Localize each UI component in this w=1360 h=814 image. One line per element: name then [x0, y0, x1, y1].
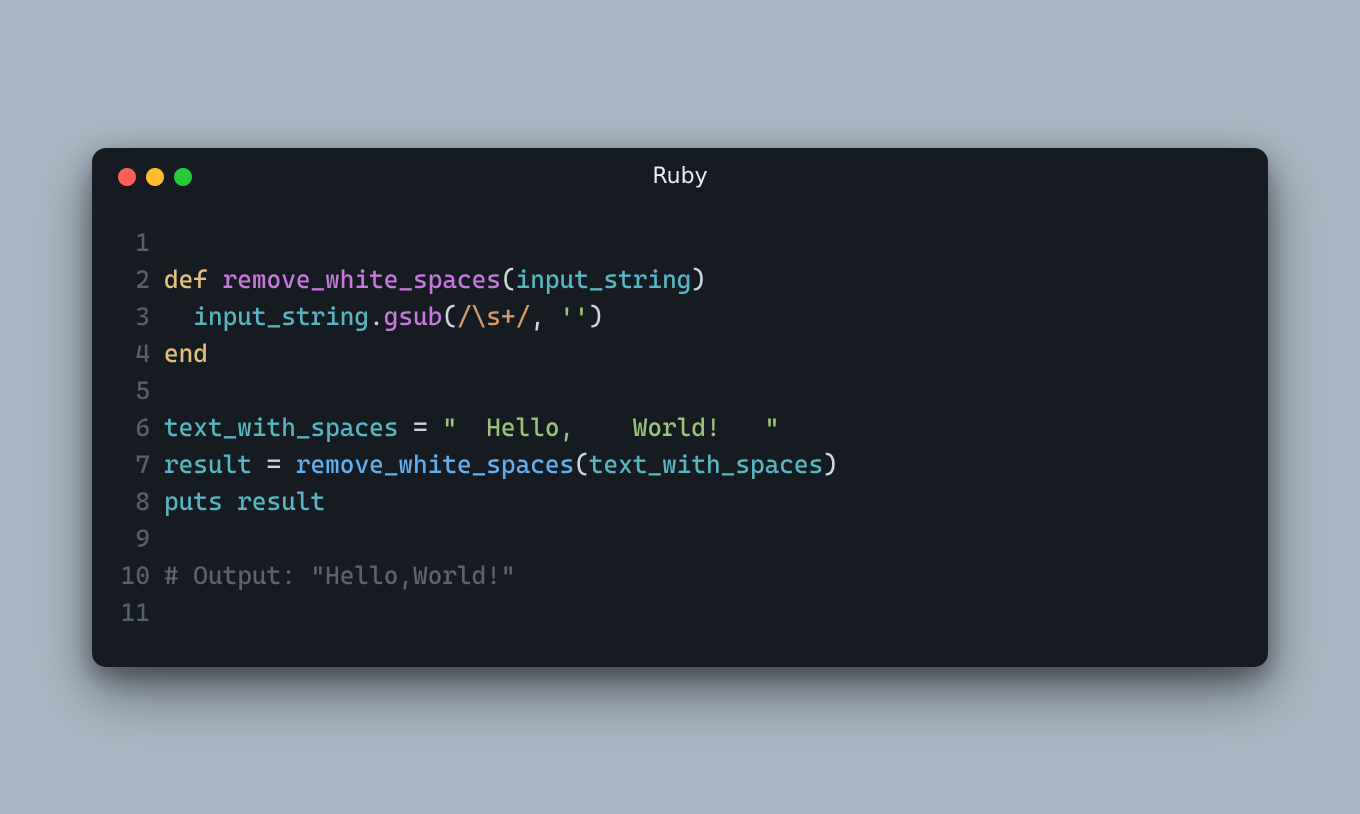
minimize-icon[interactable]	[146, 168, 164, 186]
code-content: def remove_white_spaces(input_string)	[164, 261, 706, 298]
code-content: text_with_spaces = " Hello, World! "	[164, 409, 779, 446]
close-icon[interactable]	[118, 168, 136, 186]
identifier: result	[164, 450, 252, 479]
code-line: 1	[118, 224, 1242, 261]
window-title: Ruby	[92, 164, 1268, 189]
line-number: 5	[118, 372, 164, 409]
code-content: # Output: "Hello,World!"	[164, 557, 516, 594]
identifier: text_with_spaces	[164, 413, 398, 442]
paren-open: (	[501, 265, 516, 294]
regex-literal: /\s+/	[457, 302, 530, 331]
keyword-def: def	[164, 265, 208, 294]
code-content: result = remove_white_spaces(text_with_s…	[164, 446, 838, 483]
line-number: 6	[118, 409, 164, 446]
assign-op: =	[252, 450, 296, 479]
code-line: 3 input_string.gsub(/\s+/, '')	[118, 298, 1242, 335]
function-name: remove_white_spaces	[223, 265, 501, 294]
code-content: end	[164, 335, 208, 372]
function-call: remove_white_spaces	[296, 450, 574, 479]
dot: .	[369, 302, 384, 331]
method-call: gsub	[384, 302, 443, 331]
titlebar: Ruby	[92, 148, 1268, 206]
code-line: 5	[118, 372, 1242, 409]
line-number: 2	[118, 261, 164, 298]
string-literal: " Hello, World! "	[442, 413, 779, 442]
line-number: 4	[118, 335, 164, 372]
identifier: input_string	[193, 302, 369, 331]
string-literal: ''	[560, 302, 589, 331]
paren-open: (	[574, 450, 589, 479]
parameter: input_string	[516, 265, 692, 294]
line-number: 7	[118, 446, 164, 483]
code-line: 8 puts result	[118, 483, 1242, 520]
assign-op: =	[398, 413, 442, 442]
paren-close: )	[823, 450, 838, 479]
code-line: 4 end	[118, 335, 1242, 372]
comma: ,	[530, 302, 559, 331]
code-line: 2 def remove_white_spaces(input_string)	[118, 261, 1242, 298]
code-window: Ruby 1 2 def remove_white_spaces(input_s…	[92, 148, 1268, 667]
identifier: result	[237, 487, 325, 516]
line-number: 1	[118, 224, 164, 261]
argument: text_with_spaces	[589, 450, 823, 479]
paren-close: )	[589, 302, 604, 331]
paren-close: )	[691, 265, 706, 294]
code-content: input_string.gsub(/\s+/, '')	[164, 298, 603, 335]
code-line: 7 result = remove_white_spaces(text_with…	[118, 446, 1242, 483]
line-number: 8	[118, 483, 164, 520]
line-number: 3	[118, 298, 164, 335]
code-line: 6 text_with_spaces = " Hello, World! "	[118, 409, 1242, 446]
keyword-end: end	[164, 339, 208, 368]
comment: # Output: "Hello,World!"	[164, 561, 516, 590]
line-number: 11	[118, 594, 164, 631]
traffic-lights	[118, 168, 192, 186]
code-editor[interactable]: 1 2 def remove_white_spaces(input_string…	[92, 206, 1268, 667]
maximize-icon[interactable]	[174, 168, 192, 186]
code-line: 9	[118, 520, 1242, 557]
identifier: puts	[164, 487, 223, 516]
line-number: 10	[118, 557, 164, 594]
code-line: 10 # Output: "Hello,World!"	[118, 557, 1242, 594]
code-content: puts result	[164, 483, 325, 520]
line-number: 9	[118, 520, 164, 557]
code-line: 11	[118, 594, 1242, 631]
paren-open: (	[442, 302, 457, 331]
